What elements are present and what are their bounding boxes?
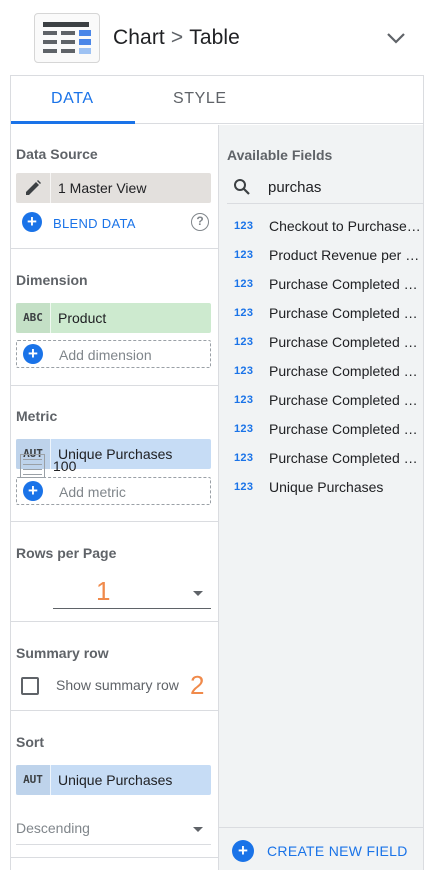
create-new-field-label: CREATE NEW FIELD <box>267 843 408 859</box>
field-name: Purchase Completed (Goal 1 Abandoned Fun… <box>269 392 421 408</box>
section-divider <box>11 857 218 858</box>
section-divider <box>11 248 218 249</box>
tab-data[interactable]: DATA <box>51 90 94 108</box>
available-fields-column: Available Fields purchas 123 Checkout to… <box>219 125 423 870</box>
field-name: Purchase Completed (Goal 1 Value) <box>269 363 421 379</box>
data-source-label: Data Source <box>16 146 98 162</box>
rows-table-icon <box>20 454 45 478</box>
add-dimension-label: Add dimension <box>59 347 152 363</box>
sort-field-value: Unique Purchases <box>58 772 173 788</box>
help-icon[interactable]: ? <box>191 213 209 231</box>
field-name: Purchase Completed (Goal 1 Completions) … <box>269 450 421 466</box>
section-divider <box>11 621 218 622</box>
number-type-icon: 123 <box>234 394 254 406</box>
active-tab-indicator <box>11 121 135 124</box>
sort-order-underline <box>16 844 211 845</box>
add-metric-label: Add metric <box>59 484 126 500</box>
sort-order-select[interactable]: Descending <box>16 820 90 836</box>
number-type-icon: 123 <box>234 481 254 493</box>
search-underline <box>227 203 423 204</box>
add-metric-button[interactable]: + Add metric <box>16 477 211 505</box>
dropdown-arrow-icon[interactable] <box>193 591 203 596</box>
field-name: Purchase Completed (Goal 1 Completions) <box>269 276 421 292</box>
sort-field-chip[interactable]: AUT Unique Purchases <box>16 765 211 795</box>
annotation-1: 1 <box>96 576 111 606</box>
field-name: Checkout to Purchase Rate <box>269 218 421 234</box>
aggregation-type-tag: AUT <box>16 765 50 795</box>
number-type-icon: 123 <box>234 278 254 290</box>
rows-per-page-select[interactable]: 100 <box>53 458 76 474</box>
number-type-icon: 123 <box>234 336 254 348</box>
text-type-tag: ABC <box>16 303 50 333</box>
tab-style[interactable]: STYLE <box>173 90 227 108</box>
search-icon <box>234 179 250 195</box>
add-circle-icon: + <box>23 481 43 501</box>
dimension-chip[interactable]: ABC Product <box>16 303 211 333</box>
add-circle-icon: + <box>23 344 43 364</box>
field-name: Purchase Completed (Goal 1 Starts) <box>269 334 421 350</box>
section-divider <box>11 521 218 522</box>
field-item[interactable]: 123 Purchase Completed (Goal 1 Conversio… <box>219 300 423 329</box>
field-search-input[interactable]: purchas <box>268 179 321 196</box>
chart-title-separator: > <box>170 26 184 49</box>
chart-type-title: Chart > Table <box>113 26 240 50</box>
chip-divider <box>50 765 51 795</box>
metric-chip[interactable]: AUT Unique Purchases <box>16 439 211 469</box>
table-chart-icon <box>34 13 100 63</box>
chip-divider <box>50 173 51 203</box>
field-item[interactable]: 123 Purchase Completed (Goal 1 Completio… <box>219 445 423 474</box>
field-name: Unique Purchases <box>269 479 384 495</box>
available-fields-label: Available Fields <box>227 147 333 163</box>
field-name: Purchase Completed (Goal 1 Conversion Ra… <box>269 305 421 321</box>
number-type-icon: 123 <box>234 220 254 232</box>
field-name: Purchase Completed (Goal 1 Abandonment R… <box>269 421 421 437</box>
show-summary-row-label: Show summary row <box>56 677 179 693</box>
section-divider <box>11 385 218 386</box>
summary-row-checkbox[interactable] <box>21 677 39 695</box>
tab-bar: DATA STYLE <box>11 76 423 124</box>
number-type-icon: 123 <box>234 452 254 464</box>
field-item[interactable]: 123 Purchase Completed (Goal 1 Completio… <box>219 271 423 300</box>
sort-label: Sort <box>16 734 44 750</box>
blend-data-button[interactable]: BLEND DATA <box>53 216 136 231</box>
chevron-down-icon[interactable] <box>386 30 406 46</box>
number-type-icon: 123 <box>234 423 254 435</box>
dimension-value: Product <box>58 310 107 326</box>
rows-select-underline <box>53 608 211 609</box>
number-type-icon: 123 <box>234 249 254 261</box>
summary-row-label: Summary row <box>16 645 109 661</box>
data-source-chip[interactable]: 1 Master View <box>16 173 211 203</box>
annotation-2: 2 <box>190 670 205 700</box>
section-divider <box>11 710 218 711</box>
field-item[interactable]: 123 Purchase Completed (Goal 1 Value) <box>219 358 423 387</box>
field-item[interactable]: 123 Product Revenue per Purchase <box>219 242 423 271</box>
field-item[interactable]: 123 Purchase Completed (Goal 1 Starts) <box>219 329 423 358</box>
create-new-field-button[interactable]: + CREATE NEW FIELD <box>219 827 423 870</box>
field-item[interactable]: 123 Purchase Completed (Goal 1 Abandoned… <box>219 387 423 416</box>
edit-pencil-icon[interactable] <box>24 179 42 197</box>
chart-title-from: Chart <box>113 26 165 49</box>
number-type-icon: 123 <box>234 307 254 319</box>
data-settings-column: Data Source 1 Master View + BLEND DATA ?… <box>11 125 218 870</box>
add-dimension-button[interactable]: + Add dimension <box>16 340 211 368</box>
field-item[interactable]: 123 Purchase Completed (Goal 1 Abandonme… <box>219 416 423 445</box>
chart-title-to: Table <box>189 26 240 49</box>
data-source-name: 1 Master View <box>58 180 147 196</box>
panel-header: Chart > Table <box>0 0 430 76</box>
add-circle-icon[interactable]: + <box>22 212 42 232</box>
dimension-label: Dimension <box>16 272 88 288</box>
number-type-icon: 123 <box>234 365 254 377</box>
dropdown-arrow-icon[interactable] <box>193 827 203 832</box>
field-name: Product Revenue per Purchase <box>269 247 421 263</box>
metric-label: Metric <box>16 408 58 424</box>
rows-per-page-label: Rows per Page <box>16 545 117 561</box>
field-item[interactable]: 123 Unique Purchases <box>219 474 423 503</box>
chip-divider <box>50 439 51 469</box>
add-circle-icon: + <box>232 840 254 862</box>
field-item[interactable]: 123 Checkout to Purchase Rate <box>219 213 423 242</box>
chip-divider <box>50 303 51 333</box>
